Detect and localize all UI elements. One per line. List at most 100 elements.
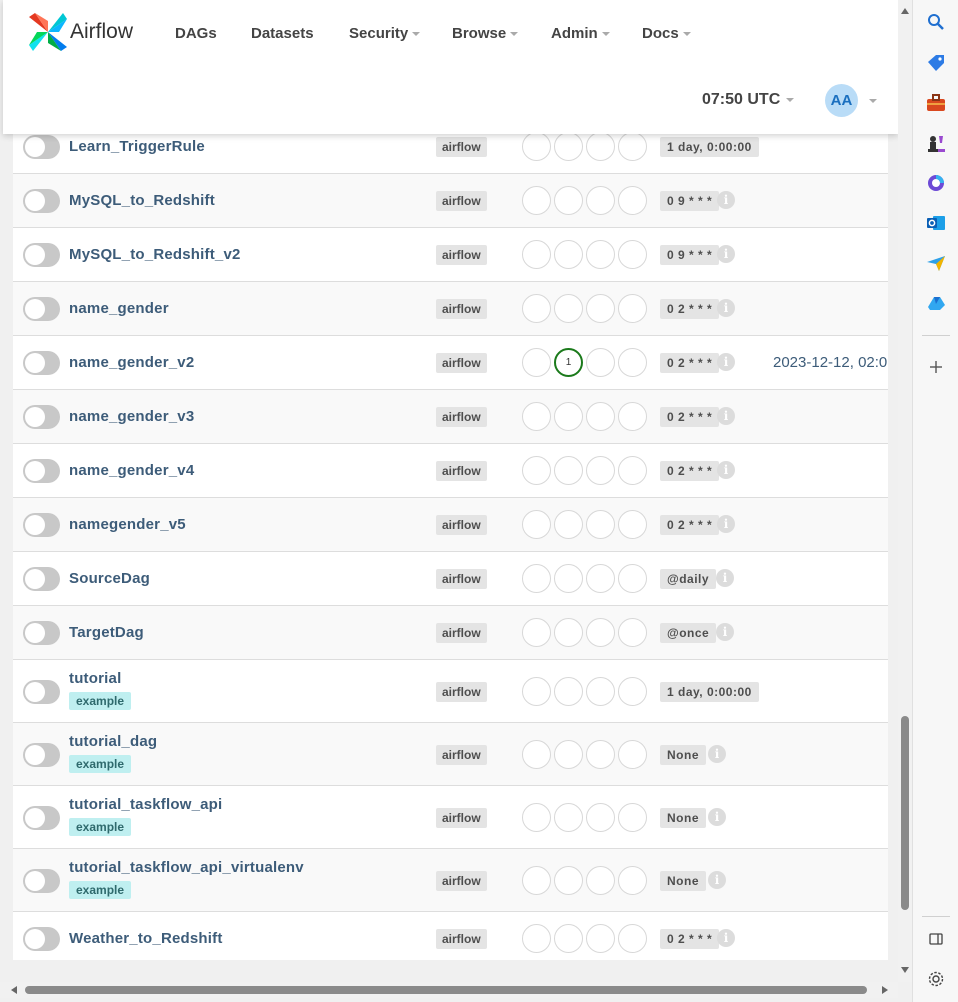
dag-run-status-circle[interactable] [554,240,583,269]
split-view-icon[interactable] [925,928,947,950]
dag-run-status-circle[interactable] [618,186,647,215]
dag-name-link[interactable]: tutorial_dag [69,733,157,750]
nav-browse[interactable]: Browse [452,25,519,42]
info-icon[interactable]: i [717,245,735,263]
dag-run-status-circle[interactable] [554,802,583,832]
dag-name-link[interactable]: Weather_to_Redshift [69,930,223,947]
dag-run-status-circle[interactable] [586,618,615,647]
dag-name-link[interactable]: tutorial_taskflow_api_virtualenv [69,859,304,876]
dag-run-status-circle[interactable] [586,676,615,706]
dag-run-status-circle[interactable] [554,618,583,647]
scroll-left-icon[interactable] [11,986,17,994]
info-icon[interactable]: i [708,870,726,889]
dag-name-link[interactable]: namegender_v5 [69,516,186,533]
dag-run-status-circle[interactable] [522,186,551,215]
info-icon[interactable]: i [716,623,734,641]
dag-run-status-circle[interactable] [586,802,615,832]
info-icon[interactable]: i [717,353,735,371]
scroll-down-icon[interactable] [901,967,909,973]
dag-run-status-circle[interactable] [618,739,647,769]
dag-name-link[interactable]: tutorial [69,670,121,687]
info-icon[interactable]: i [717,515,735,533]
scroll-right-icon[interactable] [882,986,888,994]
dag-run-status-circle[interactable] [586,739,615,769]
dag-run-status-circle[interactable] [586,456,615,485]
dag-run-status-circle[interactable] [618,456,647,485]
dag-name-link[interactable]: name_gender_v3 [69,408,194,425]
nav-admin[interactable]: Admin [551,25,610,42]
dag-name-link[interactable]: name_gender_v4 [69,462,194,479]
dag-run-status-circle[interactable] [522,132,551,161]
dag-run-status-circle[interactable] [618,865,647,895]
dag-run-status-circle[interactable] [554,294,583,323]
dag-run-status-circle[interactable] [522,402,551,431]
dag-run-status-circle[interactable] [618,924,647,953]
dag-owner-badge[interactable]: airflow [436,744,487,765]
dag-name-link[interactable]: MySQL_to_Redshift_v2 [69,246,241,263]
search-icon[interactable] [925,11,947,33]
dag-pause-toggle[interactable] [23,243,60,267]
dag-run-status-circle[interactable] [522,676,551,706]
dag-run-status-circle[interactable] [522,739,551,769]
dag-run-status-circle[interactable] [586,865,615,895]
dag-name-link[interactable]: MySQL_to_Redshift [69,192,215,209]
dag-pause-toggle[interactable] [23,927,60,951]
dag-run-status-circle[interactable] [522,348,551,377]
dag-run-status-circle[interactable] [618,510,647,539]
dag-run-status-circle[interactable] [586,186,615,215]
dag-owner-badge[interactable]: airflow [436,807,487,828]
dag-run-status-circle[interactable] [554,186,583,215]
dag-name-link[interactable]: name_gender [69,300,169,317]
dag-pause-toggle[interactable] [23,868,60,893]
dag-run-status-circle[interactable] [522,510,551,539]
dag-tag-badge[interactable]: example [69,881,132,899]
dag-run-status-circle[interactable] [554,402,583,431]
vertical-scrollbar[interactable] [898,0,912,982]
dag-run-status-circle[interactable] [618,132,647,161]
dag-run-status-circle[interactable] [618,240,647,269]
tag-icon[interactable] [925,52,947,74]
dag-pause-toggle[interactable] [23,805,60,830]
dag-run-status-circle[interactable] [554,739,583,769]
dag-run-status-circle[interactable] [618,402,647,431]
nav-security[interactable]: Security [349,25,421,42]
dag-run-status-circle[interactable] [618,676,647,706]
caret-down-icon[interactable] [869,99,877,103]
info-icon[interactable]: i [717,929,735,947]
dag-pause-toggle[interactable] [23,351,60,375]
dag-run-status-circle[interactable] [618,618,647,647]
nav-dags[interactable]: DAGs [175,25,217,42]
send-icon[interactable] [925,252,947,274]
dag-run-status-circle[interactable] [586,132,615,161]
dag-pause-toggle[interactable] [23,297,60,321]
dag-run-status-circle[interactable] [554,456,583,485]
dag-pause-toggle[interactable] [23,189,60,213]
dag-owner-badge[interactable]: airflow [436,299,487,319]
drive-icon[interactable] [925,292,947,314]
dag-run-status-circle[interactable] [618,348,647,377]
airflow-logo-icon[interactable] [27,11,69,53]
dag-owner-badge[interactable]: airflow [436,461,487,481]
dag-tag-badge[interactable]: example [69,755,132,773]
info-icon[interactable]: i [717,461,735,479]
scrollbar-thumb[interactable] [901,716,909,910]
dag-owner-badge[interactable]: airflow [436,623,487,643]
dag-run-status-circle[interactable] [554,510,583,539]
dag-run-status-circle[interactable] [586,348,615,377]
outlook-icon[interactable] [925,212,947,234]
info-icon[interactable]: i [708,744,726,763]
dag-run-status-circle[interactable] [554,132,583,161]
dag-pause-toggle[interactable] [23,679,60,704]
scroll-up-icon[interactable] [901,8,909,14]
info-icon[interactable]: i [716,569,734,587]
office-icon[interactable] [925,172,947,194]
user-avatar[interactable]: AA [825,84,858,117]
dag-owner-badge[interactable]: airflow [436,137,487,157]
dag-run-status-circle[interactable] [554,564,583,593]
dag-run-status-circle[interactable] [522,802,551,832]
dag-tag-badge[interactable]: example [69,818,132,836]
dag-pause-toggle[interactable] [23,513,60,537]
dag-run-status-circle[interactable] [522,924,551,953]
dag-run-status-circle[interactable] [586,402,615,431]
dag-name-link[interactable]: name_gender_v2 [69,354,194,371]
